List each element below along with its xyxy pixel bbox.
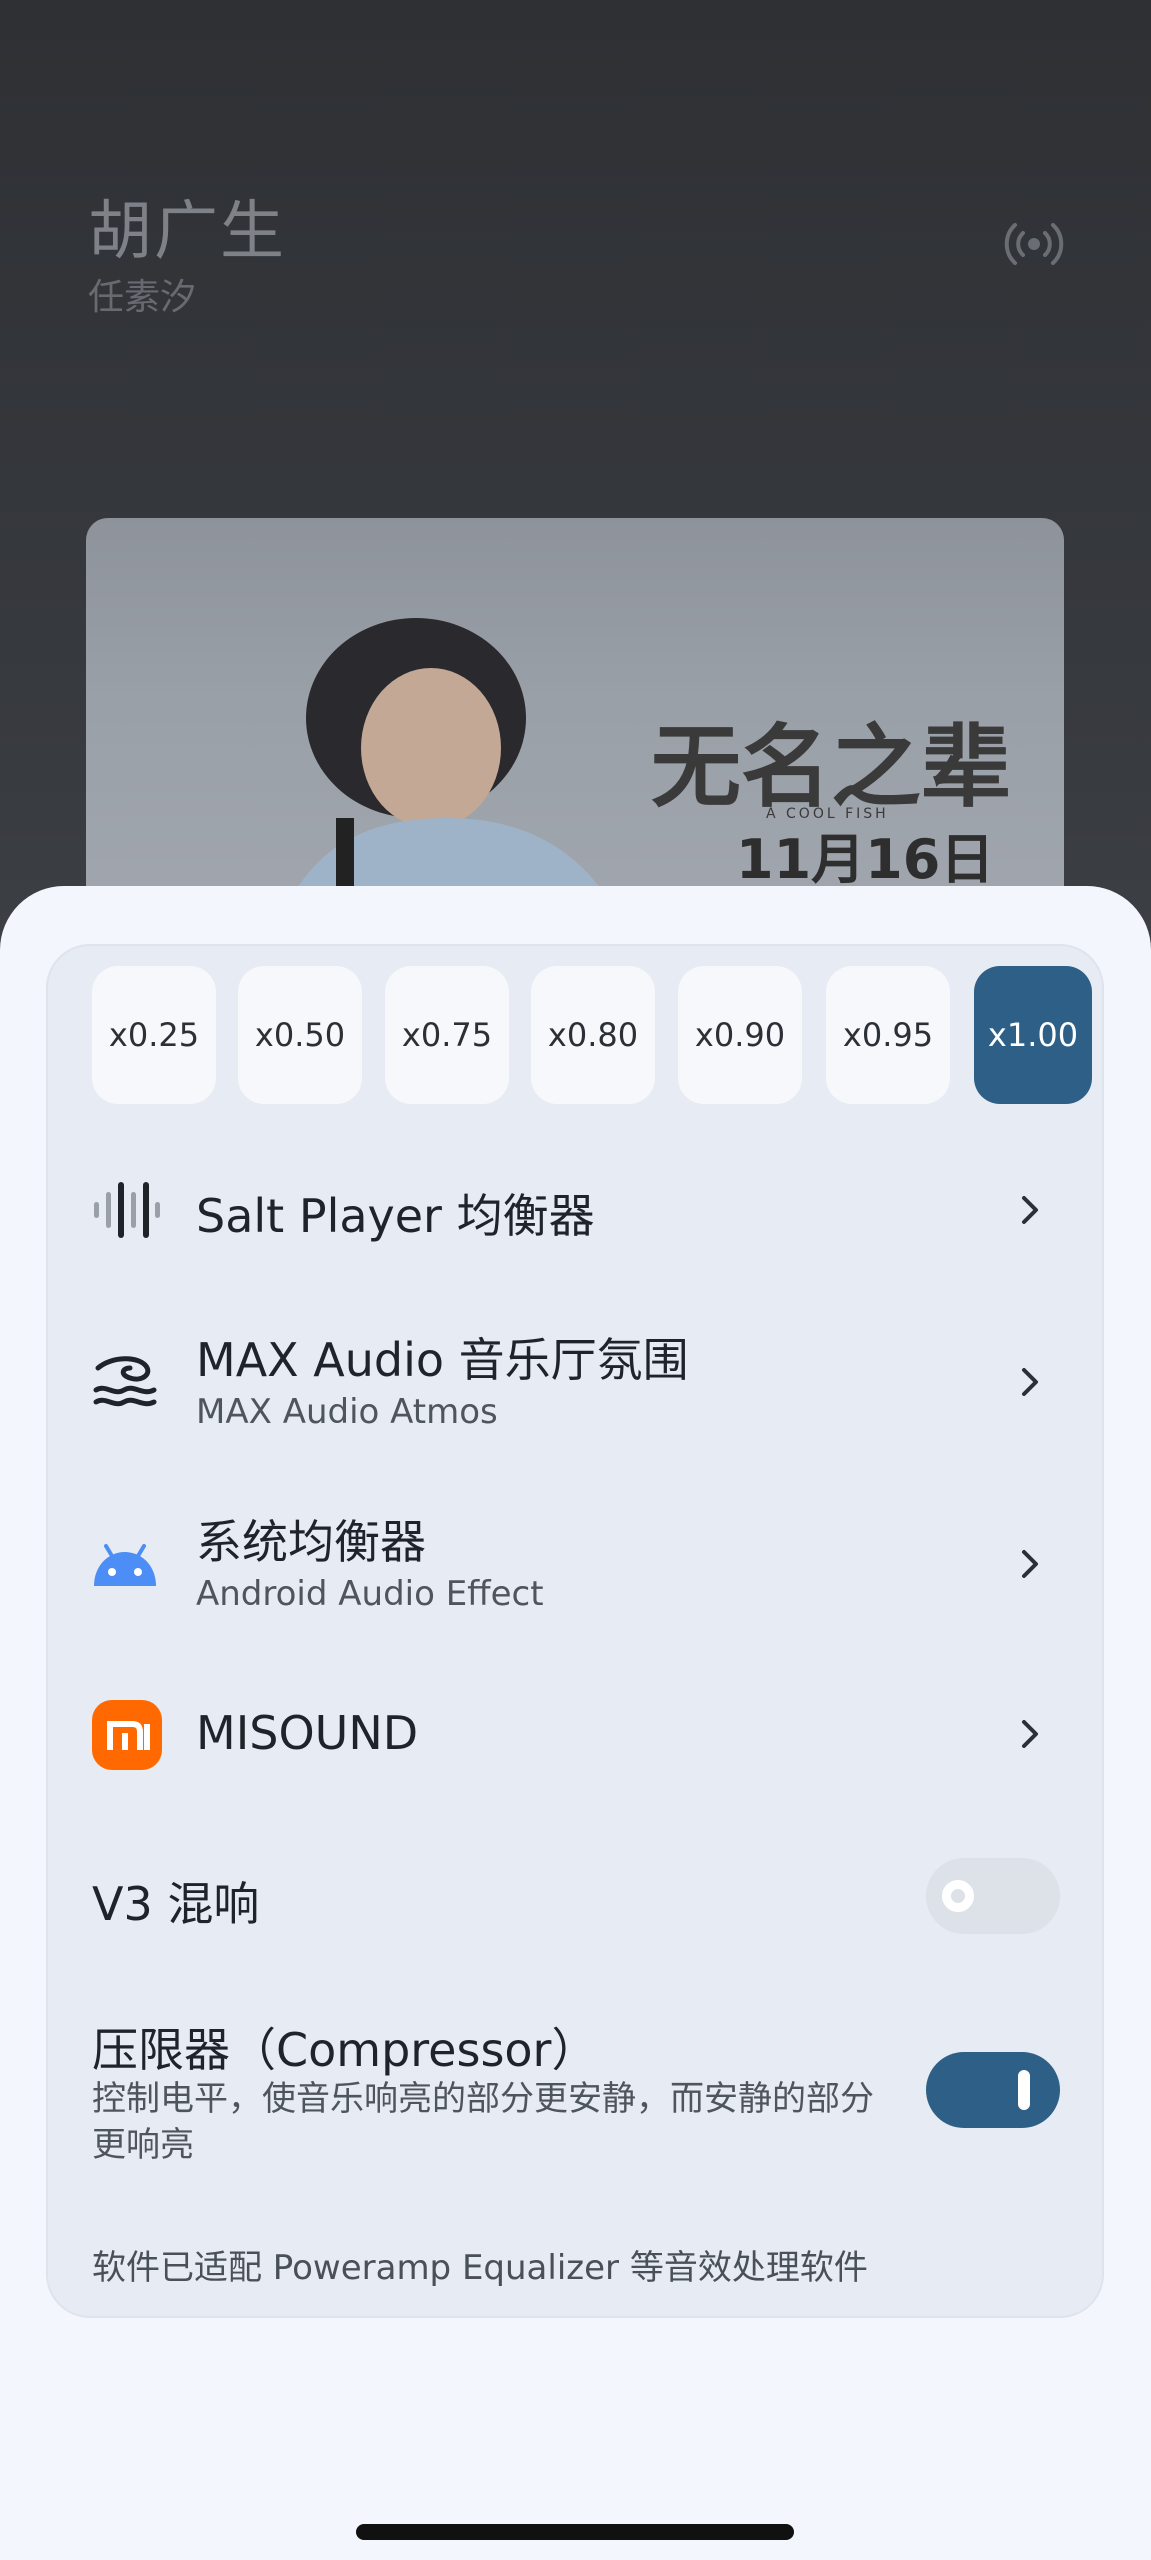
playback-speed-row: x0.25 x0.50 x0.75 x0.80 x0.90 x0.95 x1.0…: [0, 966, 1151, 1106]
gesture-home-bar[interactable]: [356, 2524, 794, 2540]
max-audio-label: MAX Audio 音乐厅氛围: [196, 1333, 689, 1387]
compressor-description: 控制电平，使音乐响亮的部分更安静，而安静的部分更响亮: [92, 2079, 874, 2165]
speed-option-0.50[interactable]: x0.50: [238, 966, 362, 1104]
equalizer-bars-icon: [94, 1182, 160, 1238]
chevron-right-icon: [1022, 1196, 1038, 1224]
speed-option-0.95[interactable]: x0.95: [826, 966, 950, 1104]
chevron-right-icon: [1022, 1550, 1038, 1578]
system-equalizer-sublabel: Android Audio Effect: [196, 1574, 544, 1614]
speed-option-0.25[interactable]: x0.25: [92, 966, 216, 1104]
max-audio-item[interactable]: MAX Audio 音乐厅氛围 MAX Audio Atmos: [92, 1318, 1072, 1448]
misound-item[interactable]: MISOUND: [92, 1694, 1072, 1774]
speed-option-1.00-selected[interactable]: x1.00: [974, 966, 1092, 1104]
song-artist: 任素汐: [88, 277, 197, 318]
chevron-right-icon: [1022, 1720, 1038, 1748]
v3-reverb-label: V3 混响: [92, 1877, 260, 1931]
speed-option-0.75[interactable]: x0.75: [385, 966, 509, 1104]
song-title: 胡广生: [88, 195, 286, 269]
max-audio-sublabel: MAX Audio Atmos: [196, 1392, 498, 1432]
misound-label: MISOUND: [196, 1706, 419, 1760]
system-equalizer-label: 系统均衡器: [196, 1515, 426, 1569]
compressor-toggle[interactable]: [926, 2052, 1060, 2128]
poster-date: 11月16日: [736, 828, 994, 891]
system-equalizer-item[interactable]: 系统均衡器 Android Audio Effect: [92, 1500, 1072, 1630]
compatibility-note: 软件已适配 Poweramp Equalizer 等音效处理软件: [92, 2248, 868, 2288]
salt-player-equalizer-item[interactable]: Salt Player 均衡器: [92, 1170, 1072, 1250]
android-icon: [94, 1544, 156, 1586]
chevron-right-icon: [1022, 1368, 1038, 1396]
compressor-label: 压限器（Compressor）: [92, 2023, 598, 2077]
toggle-knob: [942, 1880, 974, 1912]
poster-subtitle: A COOL FISH: [766, 806, 889, 822]
toggle-knob: [1018, 2070, 1030, 2110]
speed-option-0.80[interactable]: x0.80: [531, 966, 655, 1104]
max-audio-logo-icon: [93, 1356, 157, 1407]
mi-logo-icon: [92, 1700, 162, 1770]
v3-reverb-toggle[interactable]: [926, 1858, 1060, 1934]
broadcast-icon[interactable]: [1004, 214, 1064, 274]
salt-player-equalizer-label: Salt Player 均衡器: [196, 1189, 595, 1243]
poster-title: 无名之辈: [651, 714, 1011, 820]
speed-option-0.90[interactable]: x0.90: [678, 966, 802, 1104]
